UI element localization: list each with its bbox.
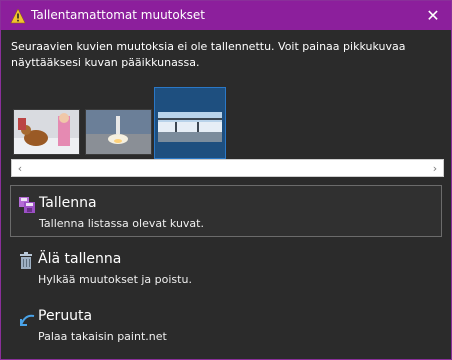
scroll-left-icon[interactable]: ‹ — [12, 160, 28, 176]
close-button[interactable]: ✕ — [424, 5, 442, 25]
save-all-icon — [18, 196, 36, 214]
cancel-option-description: Palaa takaisin paint.net — [38, 330, 167, 343]
close-icon: ✕ — [426, 5, 440, 25]
save-option-button[interactable]: Tallenna Tallenna listassa olevat kuvat. — [10, 185, 442, 237]
titlebar: Tallentamattomat muutokset ✕ — [1, 1, 451, 30]
bridge-landscape-thumbnail[interactable] — [154, 87, 226, 159]
thumbnail-strip: ‹ › — [11, 85, 444, 177]
scroll-right-icon[interactable]: › — [427, 160, 443, 176]
thumbnail-scrollbar[interactable]: ‹ › — [11, 159, 444, 177]
undo-arrow-icon — [17, 309, 35, 327]
dialog-title: Tallentamattomat muutokset — [31, 8, 206, 22]
save-option-title: Tallenna — [39, 195, 97, 211]
unsaved-changes-dialog: Tallentamattomat muutokset ✕ Seuraavien … — [0, 0, 452, 360]
save-option-description: Tallenna listassa olevat kuvat. — [39, 217, 204, 230]
dont-save-option-button[interactable]: Älä tallenna Hylkää muutokset ja poistu. — [10, 242, 442, 294]
warning-icon — [10, 8, 26, 24]
rocket-launch-thumbnail[interactable] — [85, 109, 152, 155]
dog-and-child-thumbnail[interactable] — [13, 109, 80, 155]
dont-save-option-title: Älä tallenna — [38, 251, 122, 267]
trash-icon — [17, 252, 35, 270]
dont-save-option-description: Hylkää muutokset ja poistu. — [38, 273, 192, 286]
dialog-message: Seuraavien kuvien muutoksia ei ole talle… — [11, 40, 406, 69]
cancel-option-button[interactable]: Peruuta Palaa takaisin paint.net — [10, 299, 442, 351]
cancel-option-title: Peruuta — [38, 308, 93, 324]
